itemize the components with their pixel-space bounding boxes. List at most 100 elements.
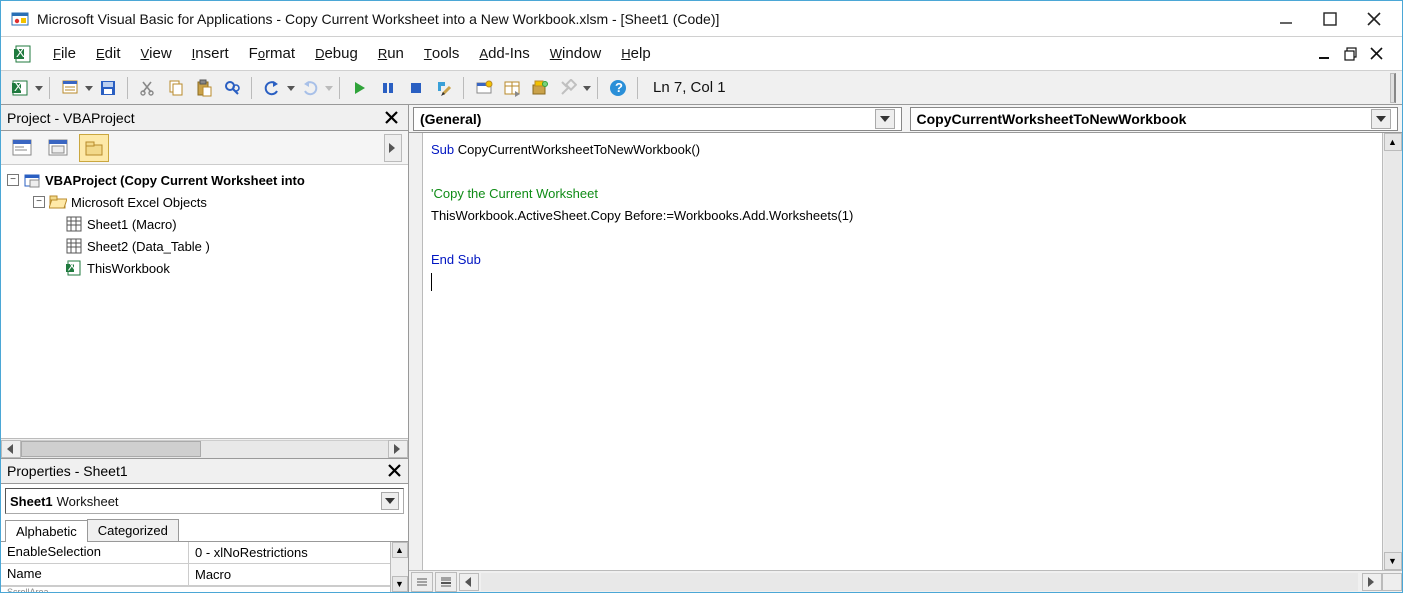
cut-button[interactable] bbox=[135, 75, 161, 101]
scroll-down-icon[interactable]: ▼ bbox=[392, 576, 408, 592]
properties-vscroll[interactable]: ▲ ▼ bbox=[390, 542, 408, 592]
dropdown-arrow-icon[interactable] bbox=[287, 84, 295, 92]
tree-item-thisworkbook[interactable]: X ThisWorkbook bbox=[3, 257, 406, 279]
properties-panel-close-button[interactable] bbox=[388, 464, 402, 478]
property-row[interactable]: EnableSelection 0 - xlNoRestrictions bbox=[1, 542, 390, 564]
property-name: EnableSelection bbox=[1, 542, 189, 563]
project-explorer-button[interactable] bbox=[471, 75, 497, 101]
code-editor[interactable]: Sub CopyCurrentWorksheetToNewWorkbook() … bbox=[423, 133, 1382, 570]
scroll-right-icon[interactable] bbox=[1362, 573, 1382, 591]
tree-folder[interactable]: − Microsoft Excel Objects bbox=[3, 191, 406, 213]
save-button[interactable] bbox=[95, 75, 121, 101]
maximize-button[interactable] bbox=[1322, 11, 1338, 27]
minimize-button[interactable] bbox=[1278, 11, 1294, 27]
copy-button[interactable] bbox=[163, 75, 189, 101]
tab-alphabetic[interactable]: Alphabetic bbox=[5, 520, 88, 542]
property-value[interactable]: Macro bbox=[189, 564, 390, 585]
dropdown-arrow-icon[interactable] bbox=[35, 84, 43, 92]
redo-button[interactable] bbox=[297, 75, 323, 101]
tree-item-sheet1[interactable]: Sheet1 (Macro) bbox=[3, 213, 406, 235]
dropdown-arrow-icon[interactable] bbox=[583, 84, 591, 92]
run-button[interactable] bbox=[347, 75, 373, 101]
menu-format[interactable]: Format bbox=[239, 41, 305, 66]
scroll-thumb[interactable] bbox=[21, 441, 201, 457]
object-combo-value: (General) bbox=[420, 111, 875, 127]
property-row-cutoff: ScrollArea bbox=[1, 586, 390, 592]
view-object-button[interactable] bbox=[43, 134, 73, 162]
project-panel-title: Project - VBAProject bbox=[7, 110, 382, 126]
break-button[interactable] bbox=[375, 75, 401, 101]
help-button[interactable]: ? bbox=[605, 75, 631, 101]
menu-insert[interactable]: Insert bbox=[182, 41, 239, 66]
scroll-right-icon[interactable] bbox=[388, 440, 408, 458]
menu-edit[interactable]: Edit bbox=[86, 41, 131, 66]
scroll-left-icon[interactable] bbox=[1, 440, 21, 458]
code-keyword: End Sub bbox=[431, 252, 481, 267]
mdi-close-button[interactable] bbox=[1370, 47, 1384, 61]
scroll-up-icon[interactable]: ▲ bbox=[392, 542, 408, 558]
menu-bar: X FileEditViewInsertFormatDebugRunToolsA… bbox=[1, 37, 1402, 71]
full-module-view-button[interactable] bbox=[435, 572, 457, 592]
project-toolbar-scroll[interactable] bbox=[384, 134, 402, 162]
menu-window[interactable]: Window bbox=[540, 41, 611, 66]
svg-text:X: X bbox=[68, 260, 77, 274]
menu-help[interactable]: Help bbox=[611, 41, 660, 66]
insert-module-button[interactable] bbox=[57, 75, 83, 101]
size-grip[interactable] bbox=[1382, 573, 1402, 591]
close-button[interactable] bbox=[1366, 11, 1382, 27]
object-browser-button[interactable] bbox=[527, 75, 553, 101]
properties-tabs: Alphabetic Categorized bbox=[1, 518, 408, 542]
properties-panel-title: Properties - Sheet1 bbox=[7, 463, 388, 479]
paste-button[interactable] bbox=[191, 75, 217, 101]
toggle-folders-button[interactable] bbox=[79, 134, 109, 162]
find-button[interactable] bbox=[219, 75, 245, 101]
project-tree[interactable]: − VBAProject (Copy Current Worksheet int… bbox=[1, 165, 408, 438]
mdi-minimize-button[interactable] bbox=[1318, 47, 1332, 61]
code-text: CopyCurrentWorksheetToNewWorkbook() bbox=[454, 142, 700, 157]
reset-button[interactable] bbox=[403, 75, 429, 101]
text-caret bbox=[431, 273, 432, 291]
code-hscroll-track[interactable] bbox=[481, 573, 1358, 591]
code-vscroll[interactable]: ▲ ▼ bbox=[1382, 133, 1402, 570]
menu-tools[interactable]: Tools bbox=[414, 41, 469, 66]
menu-add-ins[interactable]: Add-Ins bbox=[469, 41, 539, 66]
property-value[interactable]: 0 - xlNoRestrictions bbox=[189, 542, 390, 563]
code-margin[interactable] bbox=[409, 133, 423, 570]
menu-debug[interactable]: Debug bbox=[305, 41, 368, 66]
scroll-left-icon[interactable] bbox=[459, 573, 479, 591]
menu-run[interactable]: Run bbox=[368, 41, 414, 66]
tree-root[interactable]: − VBAProject (Copy Current Worksheet int… bbox=[3, 169, 406, 191]
procedure-combo-value: CopyCurrentWorksheetToNewWorkbook bbox=[917, 111, 1372, 127]
object-combo[interactable]: (General) bbox=[413, 107, 902, 131]
undo-button[interactable] bbox=[259, 75, 285, 101]
view-excel-button[interactable]: X bbox=[7, 75, 33, 101]
collapse-icon[interactable]: − bbox=[33, 196, 45, 208]
design-mode-button[interactable] bbox=[431, 75, 457, 101]
collapse-icon[interactable]: − bbox=[7, 174, 19, 186]
project-hscroll[interactable] bbox=[1, 438, 408, 458]
properties-grid[interactable]: EnableSelection 0 - xlNoRestrictions Nam… bbox=[1, 542, 390, 592]
properties-window-button[interactable] bbox=[499, 75, 525, 101]
tab-categorized[interactable]: Categorized bbox=[87, 519, 179, 541]
procedure-combo[interactable]: CopyCurrentWorksheetToNewWorkbook bbox=[910, 107, 1399, 131]
menu-view[interactable]: View bbox=[130, 41, 181, 66]
scroll-up-icon[interactable]: ▲ bbox=[1384, 133, 1402, 151]
dropdown-arrow-icon[interactable] bbox=[1371, 109, 1391, 129]
dropdown-arrow-icon[interactable] bbox=[381, 492, 399, 510]
property-row[interactable]: Name Macro bbox=[1, 564, 390, 586]
tree-item-label: Sheet1 (Macro) bbox=[87, 217, 177, 232]
procedure-view-button[interactable] bbox=[411, 572, 433, 592]
tree-item-sheet2[interactable]: Sheet2 (Data_Table ) bbox=[3, 235, 406, 257]
project-panel-close-button[interactable] bbox=[382, 108, 402, 128]
toolbar-splitter[interactable] bbox=[1390, 73, 1396, 103]
toolbox-button[interactable] bbox=[555, 75, 581, 101]
view-code-button[interactable] bbox=[7, 134, 37, 162]
properties-object-selector[interactable]: Sheet1 Worksheet bbox=[5, 488, 404, 514]
dropdown-arrow-icon[interactable] bbox=[875, 109, 895, 129]
cursor-position-status: Ln 7, Col 1 bbox=[653, 79, 726, 96]
mdi-restore-button[interactable] bbox=[1344, 47, 1358, 61]
scroll-down-icon[interactable]: ▼ bbox=[1384, 552, 1402, 570]
dropdown-arrow-icon[interactable] bbox=[85, 84, 93, 92]
dropdown-arrow-icon[interactable] bbox=[325, 84, 333, 92]
menu-file[interactable]: File bbox=[43, 41, 86, 66]
